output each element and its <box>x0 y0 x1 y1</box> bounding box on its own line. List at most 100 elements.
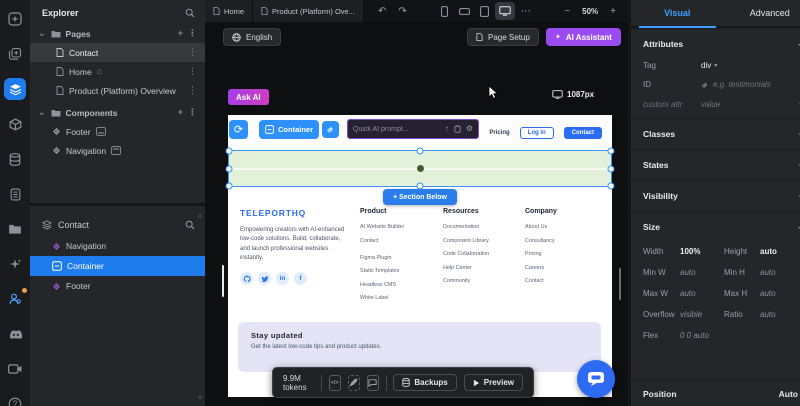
footer-link[interactable]: Pricing <box>525 251 600 257</box>
sync-button[interactable]: ⟳ <box>229 119 248 139</box>
backups-button[interactable]: Backups <box>393 374 457 391</box>
ratio-value[interactable]: auto <box>760 310 800 319</box>
resize-handle-sw[interactable] <box>225 182 233 190</box>
site-logo[interactable]: TELEPORTHQ <box>240 208 352 218</box>
resize-handle-ne[interactable] <box>607 147 615 155</box>
linkedin-icon[interactable]: in <box>276 272 289 286</box>
css-icon[interactable] <box>4 113 26 135</box>
resize-handle-w[interactable] <box>225 165 233 172</box>
tab-advanced[interactable]: Advanced <box>724 0 800 26</box>
max-width-value[interactable]: auto <box>680 289 724 298</box>
footer-link[interactable]: Headless CMS <box>360 282 440 288</box>
footer-link[interactable]: AI Website Builder <box>360 224 440 230</box>
submit-prompt-icon[interactable]: ↑ <box>445 125 449 133</box>
component-item-navigation[interactable]: Navigation <box>30 141 205 160</box>
add-page-button[interactable]: + <box>178 29 183 38</box>
chat-widget-button[interactable] <box>577 360 615 398</box>
resize-handle-e[interactable] <box>607 165 615 172</box>
github-icon[interactable] <box>240 272 253 286</box>
discord-icon[interactable] <box>4 323 26 345</box>
add-section-below-button[interactable]: + Section Below <box>383 189 457 205</box>
resize-handle-nw[interactable] <box>225 147 233 155</box>
footer-link[interactable]: White Label <box>360 295 440 301</box>
page-setup-button[interactable]: Page Setup <box>467 28 539 46</box>
custom-attr-input[interactable] <box>701 99 761 109</box>
pages-section-row[interactable]: ⌄ Pages + ⋮ <box>30 24 205 43</box>
tree-item-navigation[interactable]: Navigation <box>30 236 205 256</box>
footer-link[interactable]: Contact <box>525 278 600 284</box>
facebook-icon[interactable]: f <box>294 272 307 286</box>
preview-button[interactable]: Preview <box>463 374 523 391</box>
pages-icon[interactable] <box>4 43 26 65</box>
size-section-header[interactable]: Size ⌄ <box>631 211 800 239</box>
cms-icon[interactable] <box>4 183 26 205</box>
quick-ai-prompt-input[interactable] <box>353 125 440 133</box>
position-value[interactable]: Auto <box>779 389 798 399</box>
device-phone-landscape-button[interactable] <box>455 0 475 22</box>
device-desktop-button[interactable] <box>494 2 515 20</box>
footer-link[interactable]: Help Center <box>443 265 528 271</box>
twitter-icon[interactable] <box>258 272 271 286</box>
collapse-icon[interactable]: ⌄ <box>796 221 800 232</box>
position-section-header[interactable]: Position Auto ▾ <box>631 379 800 406</box>
comments-button[interactable] <box>366 374 379 391</box>
height-value[interactable]: auto <box>760 247 800 256</box>
id-input[interactable] <box>713 80 793 89</box>
components-section-row[interactable]: ⌄ Components + ⋮ <box>30 103 205 122</box>
clipboard-icon[interactable] <box>454 125 461 133</box>
community-icon[interactable] <box>4 288 27 310</box>
page-menu-button[interactable]: ⋮ <box>188 66 197 77</box>
help-icon[interactable]: ? <box>4 393 26 406</box>
code-view-button[interactable]: </> <box>328 374 341 391</box>
states-section-header[interactable]: States + <box>631 149 800 180</box>
tree-item-container[interactable]: Container <box>30 256 205 276</box>
footer-link[interactable]: Contact <box>360 238 440 244</box>
page-menu-button[interactable]: ⋮ <box>188 85 197 96</box>
canvas-right-scrollbar[interactable] <box>619 268 621 300</box>
resize-handle-se[interactable] <box>607 182 615 190</box>
tag-select[interactable]: div <box>701 61 711 70</box>
zoom-in-button[interactable]: + <box>604 6 622 17</box>
footer-link[interactable]: Careers <box>525 265 600 271</box>
width-value[interactable]: 100% <box>680 247 724 256</box>
footer-link[interactable]: About Us <box>525 224 600 230</box>
flex-value[interactable]: 0 0 auto <box>680 331 709 340</box>
layers-icon[interactable] <box>4 78 26 100</box>
component-item-footer[interactable]: Footer <box>30 122 205 141</box>
scroll-up-icon[interactable]: ˄ <box>198 214 202 221</box>
tree-item-footer[interactable]: Footer <box>30 276 205 296</box>
prompt-settings-icon[interactable]: ⚙ <box>466 125 473 133</box>
video-icon[interactable] <box>4 358 26 380</box>
site-contact-button[interactable]: Contact <box>563 126 602 139</box>
footer-link[interactable]: Static Templates <box>360 268 440 274</box>
visibility-section-header[interactable]: Visibility + <box>631 180 800 211</box>
min-height-value[interactable]: auto <box>760 268 800 277</box>
database-icon[interactable] <box>4 148 26 170</box>
components-menu-button[interactable]: ⋮ <box>188 107 197 118</box>
footer-link[interactable]: Component Library <box>443 238 528 244</box>
website-preview[interactable]: Templates Pricing Log in Contact <box>225 115 615 397</box>
search-icon[interactable] <box>185 220 195 230</box>
page-item-home[interactable]: Home ⌂ ⋮ <box>30 62 205 81</box>
min-width-value[interactable]: auto <box>680 268 724 277</box>
page-item-contact[interactable]: Contact ⋮ <box>30 43 205 62</box>
search-icon[interactable] <box>185 8 195 18</box>
zoom-level[interactable]: 50% <box>578 7 602 16</box>
language-button[interactable]: English <box>223 28 282 46</box>
more-devices-button[interactable]: ⋯ <box>515 0 537 22</box>
add-component-button[interactable]: + <box>178 108 183 117</box>
overflow-value[interactable]: visible <box>680 310 724 319</box>
magic-icon[interactable] <box>4 253 26 275</box>
collapse-icon[interactable]: ⌄ <box>796 38 800 49</box>
classes-section-header[interactable]: Classes + <box>631 118 800 149</box>
redo-button[interactable]: ↷ <box>392 0 412 22</box>
link-component-button[interactable] <box>322 120 340 138</box>
page-menu-button[interactable]: ⋮ <box>188 47 197 58</box>
site-login-button[interactable]: Log in <box>519 126 554 139</box>
tab-product-overview[interactable]: Product (Platform) Ove... <box>253 0 364 22</box>
tab-home[interactable]: Home <box>205 0 254 22</box>
pages-menu-button[interactable]: ⋮ <box>188 28 197 39</box>
zoom-out-button[interactable]: − <box>558 6 576 17</box>
footer-link[interactable]: Code Collaboration <box>443 251 528 257</box>
tab-visual[interactable]: Visual <box>631 0 724 28</box>
